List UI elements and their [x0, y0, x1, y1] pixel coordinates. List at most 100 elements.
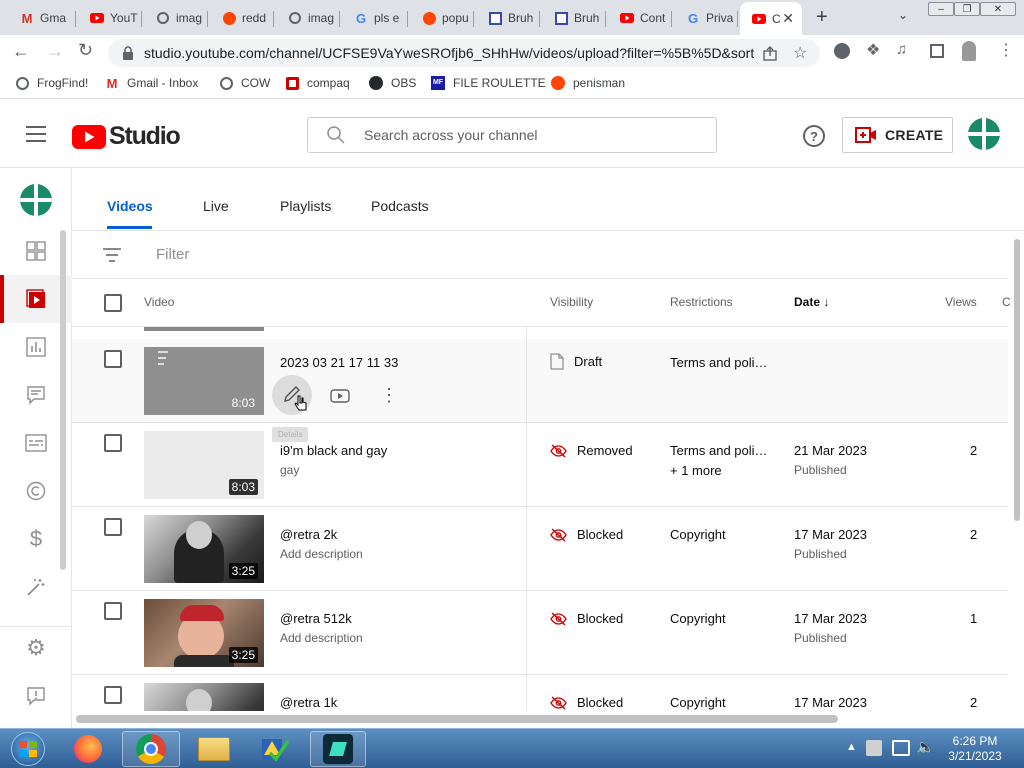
restrictions-label[interactable]: Copyright	[670, 527, 726, 542]
extension-icon[interactable]	[834, 43, 850, 59]
bookmark-item[interactable]: penisman	[550, 75, 625, 91]
column-views[interactable]: Views	[945, 295, 977, 309]
hamburger-menu-icon[interactable]	[26, 126, 46, 142]
browser-tab[interactable]: imag	[144, 4, 208, 32]
channel-avatar[interactable]	[20, 184, 52, 216]
table-row[interactable]: 8:03 2023 03 21 17 11 33 Details ⋮ Draft…	[72, 339, 1008, 442]
bookmark-item[interactable]: compaq	[284, 75, 350, 91]
address-bar[interactable]: studio.youtube.com/channel/UCFSE9VaYweSR…	[108, 39, 820, 67]
profile-avatar[interactable]	[962, 41, 976, 61]
video-thumbnail[interactable]: 3:25	[144, 599, 264, 667]
app-taskbar-button[interactable]	[250, 731, 300, 767]
browser-tab[interactable]: redd	[210, 4, 274, 32]
video-thumbnail[interactable]: 8:03	[144, 347, 264, 415]
explorer-taskbar-button[interactable]	[188, 731, 240, 767]
forward-icon[interactable]: →	[46, 41, 64, 62]
video-title[interactable]: @retra 2k	[280, 527, 337, 542]
browser-tab[interactable]: YouT	[78, 4, 142, 32]
row-checkbox[interactable]	[104, 602, 122, 620]
table-row[interactable]: 3:25 @retra 2k Add description Blocked C…	[72, 507, 1008, 591]
browser-tab[interactable]: Bruh	[542, 4, 606, 32]
maximize-button[interactable]: ❐	[954, 2, 980, 16]
minimize-button[interactable]: –	[928, 2, 954, 16]
bookmark-item[interactable]: FrogFind!	[14, 75, 88, 91]
rail-scrollbar[interactable]	[60, 230, 66, 570]
tab-live[interactable]: Live	[203, 198, 229, 214]
filter-input[interactable]: Filter	[156, 246, 189, 263]
row-checkbox[interactable]	[104, 518, 122, 536]
account-avatar[interactable]	[968, 118, 1000, 150]
column-visibility[interactable]: Visibility	[550, 295, 593, 309]
nav-feedback[interactable]	[0, 672, 72, 720]
browser-tab[interactable]: C ✕	[740, 2, 802, 35]
close-tab-icon[interactable]: ✕	[782, 10, 794, 27]
close-window-button[interactable]: ✕	[980, 2, 1016, 16]
video-title[interactable]: 2023 03 21 17 11 33	[280, 355, 398, 370]
network-icon[interactable]	[892, 740, 910, 756]
bookmark-item[interactable]: COW	[218, 75, 270, 91]
restrictions-label[interactable]: Copyright	[670, 611, 726, 626]
visibility-status[interactable]: Removed	[550, 443, 633, 458]
tab-search-icon[interactable]: ⌄	[898, 8, 908, 22]
filter-icon[interactable]	[103, 248, 121, 262]
tab-videos[interactable]: Videos	[107, 198, 153, 214]
select-all-checkbox[interactable]	[104, 294, 122, 312]
column-comments[interactable]: C	[1002, 295, 1011, 309]
video-thumbnail[interactable]: 3:25	[144, 515, 264, 583]
extensions-puzzle-icon[interactable]: ❖	[866, 40, 880, 60]
video-title[interactable]: i9'm black and gay	[280, 443, 387, 458]
options-menu-icon[interactable]: ⋮	[380, 385, 398, 406]
nav-settings[interactable]: ⚙	[0, 624, 72, 672]
reload-icon[interactable]: ↻	[78, 40, 93, 61]
row-checkbox[interactable]	[104, 686, 122, 704]
bookmark-item[interactable]: M Gmail - Inbox	[104, 75, 199, 91]
visibility-status[interactable]: Blocked	[550, 611, 623, 626]
firefox-taskbar-button[interactable]	[64, 731, 112, 767]
bookmark-item[interactable]: MF FILE ROULETTE	[430, 75, 546, 91]
tab-podcasts[interactable]: Podcasts	[371, 198, 429, 214]
horizontal-scroll-thumb[interactable]	[76, 715, 838, 723]
video-title[interactable]: @retra 512k	[280, 611, 352, 626]
media-control-icon[interactable]: ♫	[896, 41, 907, 58]
row-checkbox[interactable]	[104, 434, 122, 452]
restrictions-label[interactable]: Terms and poli…	[670, 443, 768, 458]
visibility-status[interactable]: Blocked	[550, 527, 623, 542]
action-center-icon[interactable]	[866, 740, 882, 756]
search-input[interactable]: Search across your channel	[307, 117, 717, 153]
share-icon[interactable]	[762, 46, 778, 62]
browser-tab[interactable]: M Gma	[8, 4, 76, 32]
bookmark-item[interactable]: OBS	[368, 75, 416, 91]
browser-tab[interactable]: Cont	[608, 4, 672, 32]
video-thumbnail[interactable]	[144, 683, 264, 711]
details-button[interactable]	[272, 375, 312, 415]
browser-tab[interactable]: popu	[410, 4, 474, 32]
tab-playlists[interactable]: Playlists	[280, 198, 331, 214]
browser-tab[interactable]: Bruh	[476, 4, 540, 32]
horizontal-scrollbar[interactable]	[72, 712, 1012, 726]
filmora-taskbar-button[interactable]	[310, 731, 366, 767]
video-title[interactable]: @retra 1k	[280, 695, 337, 710]
new-tab-button[interactable]: +	[816, 6, 828, 29]
table-row[interactable]: 8:03 i9'm black and gay gay Removed Term…	[72, 423, 1008, 507]
row-checkbox[interactable]	[104, 350, 122, 368]
vertical-scroll-thumb[interactable]	[1014, 239, 1020, 521]
start-button[interactable]	[4, 731, 52, 767]
create-button[interactable]: CREATE	[842, 117, 953, 153]
show-hidden-icons-icon[interactable]: ▲	[846, 741, 857, 753]
restrictions-label[interactable]: Copyright	[670, 695, 726, 710]
visibility-status[interactable]: Draft	[550, 353, 602, 370]
nav-customization[interactable]	[0, 563, 72, 611]
table-row[interactable]: @retra 1k Blocked Copyright 17 Mar 2023 …	[72, 675, 1008, 711]
table-row[interactable]: 3:25 @retra 512k Add description Blocked…	[72, 591, 1008, 675]
browser-tab[interactable]: G Priva	[674, 4, 738, 32]
star-icon[interactable]: ☆	[793, 43, 807, 63]
column-date[interactable]: Date ↓	[794, 295, 829, 309]
video-thumbnail[interactable]: 8:03	[144, 431, 264, 499]
studio-logo[interactable]: Studio	[72, 122, 181, 151]
browser-tab[interactable]: imag	[276, 4, 340, 32]
restrictions-label[interactable]: Terms and poli…	[670, 355, 768, 370]
column-restrictions[interactable]: Restrictions	[670, 295, 733, 309]
chrome-menu-icon[interactable]: ⋮	[998, 40, 1014, 60]
help-icon[interactable]: ?	[803, 125, 825, 147]
chrome-taskbar-button[interactable]	[122, 731, 180, 767]
